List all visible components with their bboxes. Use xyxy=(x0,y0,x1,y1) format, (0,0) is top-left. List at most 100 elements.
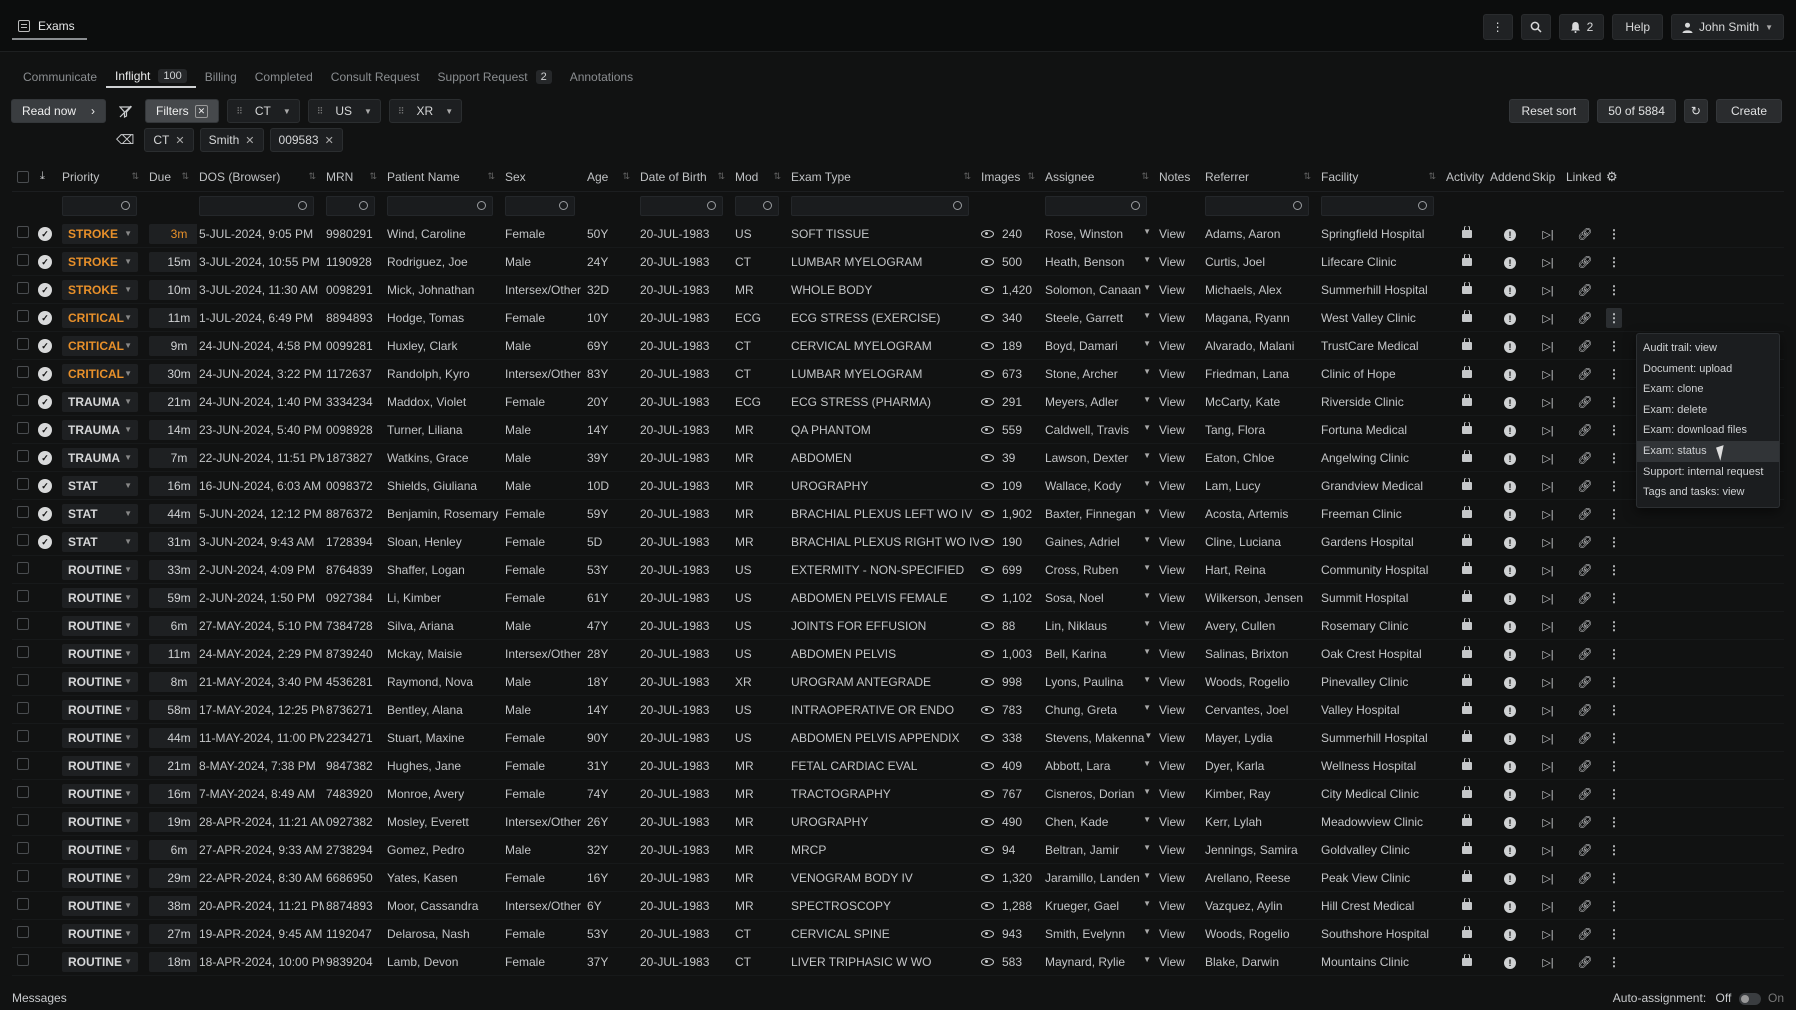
eye-icon[interactable] xyxy=(981,678,994,687)
column-filter-input-assignee[interactable] xyxy=(1045,196,1147,216)
table-row[interactable]: ROUTINE ▼ 38m 20-APR-2024, 11:21 PM 8874893 M… xyxy=(12,892,1784,920)
assignee-value[interactable]: Stevens, Makenna xyxy=(1045,731,1144,745)
table-row[interactable]: ✓ STROKE ▼ 15m 3-JUL-2024, 10:55 PM 1190928 Ro… xyxy=(12,248,1784,276)
skip-icon[interactable]: ▷| xyxy=(1542,257,1553,269)
row-checkbox[interactable] xyxy=(17,646,29,658)
chevron-down-icon[interactable]: ▼ xyxy=(1143,227,1151,241)
tab-inflight[interactable]: Inflight 100 xyxy=(106,66,196,88)
tab-completed[interactable]: Completed xyxy=(246,66,322,88)
info-icon[interactable]: ! xyxy=(1504,508,1516,521)
table-row[interactable]: ROUTINE ▼ 27m 19-APR-2024, 9:45 AM 1192047 De… xyxy=(12,920,1784,948)
info-icon[interactable]: ! xyxy=(1504,956,1516,969)
table-row[interactable]: ✓ TRAUMA ▼ 7m 22-JUN-2024, 11:51 PM 1873827 Wa… xyxy=(12,444,1784,472)
priority-select[interactable]: ROUTINE ▼ xyxy=(62,867,138,888)
link-icon[interactable]: 🔗︎ xyxy=(1577,619,1592,633)
info-icon[interactable]: ! xyxy=(1504,228,1516,241)
active-chip-ct[interactable]: CT ✕ xyxy=(144,128,194,152)
chevron-down-icon[interactable]: ▼ xyxy=(1143,451,1151,465)
skip-icon[interactable]: ▷| xyxy=(1542,397,1553,409)
notes-view-link[interactable]: View xyxy=(1159,367,1185,381)
select-all-checkbox[interactable] xyxy=(17,170,29,183)
eye-icon[interactable] xyxy=(981,622,994,631)
link-icon[interactable]: 🔗︎ xyxy=(1577,507,1592,521)
skip-icon[interactable]: ▷| xyxy=(1542,621,1553,633)
chevron-down-icon[interactable]: ▼ xyxy=(1143,899,1151,913)
info-icon[interactable]: ! xyxy=(1504,536,1516,549)
row-menu-kebab-icon[interactable]: ⋮ xyxy=(1606,336,1622,356)
assignee-value[interactable]: Maynard, Rylie xyxy=(1045,955,1125,969)
chevron-down-icon[interactable]: ▼ xyxy=(1143,871,1151,885)
notes-view-link[interactable]: View xyxy=(1159,759,1185,773)
row-menu-kebab-icon[interactable]: ⋮ xyxy=(1606,420,1622,440)
assignee-value[interactable]: Baxter, Finnegan xyxy=(1045,507,1136,521)
link-icon[interactable]: 🔗︎ xyxy=(1577,311,1592,325)
header-addend[interactable]: Addend xyxy=(1488,170,1530,184)
header-dob[interactable]: Date of Birth ⇅ xyxy=(638,170,733,184)
lock-icon[interactable] xyxy=(1462,338,1472,350)
eye-icon[interactable] xyxy=(981,594,994,603)
lock-icon[interactable] xyxy=(1462,562,1472,574)
link-icon[interactable]: 🔗︎ xyxy=(1577,955,1592,969)
assignee-value[interactable]: Boyd, Damari xyxy=(1045,339,1118,353)
eye-icon[interactable] xyxy=(981,538,994,547)
notes-view-link[interactable]: View xyxy=(1159,339,1185,353)
link-icon[interactable]: 🔗︎ xyxy=(1577,759,1592,773)
eye-icon[interactable] xyxy=(981,734,994,743)
lock-icon[interactable] xyxy=(1462,674,1472,686)
read-now-button[interactable]: Read now › xyxy=(11,99,106,123)
row-menu-kebab-icon[interactable]: ⋮ xyxy=(1606,896,1622,916)
skip-icon[interactable]: ▷| xyxy=(1542,957,1553,969)
info-icon[interactable]: ! xyxy=(1504,592,1516,605)
row-checkbox[interactable] xyxy=(17,394,29,406)
eye-icon[interactable] xyxy=(981,790,994,799)
row-checkbox[interactable] xyxy=(17,534,29,546)
sort-icon[interactable]: ⇅ xyxy=(1027,171,1043,182)
row-menu-kebab-icon[interactable]: ⋮ xyxy=(1606,952,1622,972)
priority-select[interactable]: ROUTINE ▼ xyxy=(62,559,138,580)
lock-icon[interactable] xyxy=(1462,842,1472,854)
link-icon[interactable]: 🔗︎ xyxy=(1577,731,1592,745)
lock-icon[interactable] xyxy=(1462,422,1472,434)
notes-view-link[interactable]: View xyxy=(1159,619,1185,633)
table-row[interactable]: ✓ STAT ▼ 16m 16-JUN-2024, 6:03 AM 0098372 Shie… xyxy=(12,472,1784,500)
info-icon[interactable]: ! xyxy=(1504,816,1516,829)
eye-icon[interactable] xyxy=(981,398,994,407)
link-icon[interactable]: 🔗︎ xyxy=(1577,451,1592,465)
chevron-down-icon[interactable]: ▼ xyxy=(1143,479,1151,493)
row-menu-kebab-icon[interactable]: ⋮ xyxy=(1606,672,1622,692)
link-icon[interactable]: 🔗︎ xyxy=(1577,395,1592,409)
user-menu-button[interactable]: John Smith ▼ xyxy=(1671,14,1784,40)
notes-view-link[interactable]: View xyxy=(1159,675,1185,689)
skip-icon[interactable]: ▷| xyxy=(1542,537,1553,549)
eye-icon[interactable] xyxy=(981,902,994,911)
header-exam_type[interactable]: Exam Type ⇅ xyxy=(789,170,979,184)
notes-view-link[interactable]: View xyxy=(1159,899,1185,913)
info-icon[interactable]: ! xyxy=(1504,312,1516,325)
search-button[interactable] xyxy=(1520,14,1551,40)
lock-icon[interactable] xyxy=(1462,254,1472,266)
link-icon[interactable]: 🔗︎ xyxy=(1577,563,1592,577)
assignee-value[interactable]: Beltran, Jamir xyxy=(1045,843,1119,857)
eye-icon[interactable] xyxy=(981,566,994,575)
link-icon[interactable]: 🔗︎ xyxy=(1577,675,1592,689)
assignee-value[interactable]: Chen, Kade xyxy=(1045,815,1108,829)
active-chip-smith[interactable]: Smith ✕ xyxy=(199,128,264,152)
row-checkbox[interactable] xyxy=(17,730,29,742)
header-skip[interactable]: Skip xyxy=(1530,170,1564,184)
chevron-down-icon[interactable]: ▼ xyxy=(1143,367,1151,381)
row-checkbox[interactable] xyxy=(17,310,29,322)
skip-icon[interactable]: ▷| xyxy=(1542,369,1553,381)
row-checkbox[interactable] xyxy=(17,758,29,770)
table-row[interactable]: ✓ STROKE ▼ 10m 3-JUL-2024, 11:30 AM 0098291 Mi… xyxy=(12,276,1784,304)
eye-icon[interactable] xyxy=(981,286,994,295)
chevron-down-icon[interactable]: ▼ xyxy=(1143,843,1151,857)
row-menu-kebab-icon[interactable]: ⋮ xyxy=(1606,812,1622,832)
auto-assignment-toggle[interactable] xyxy=(1738,992,1761,1005)
notes-view-link[interactable]: View xyxy=(1159,311,1185,325)
row-checkbox[interactable] xyxy=(17,926,29,938)
menu-item-exam-delete[interactable]: Exam: delete xyxy=(1637,400,1779,421)
table-row[interactable]: ROUTINE ▼ 59m 2-JUN-2024, 1:50 PM 0927384 Li,… xyxy=(12,584,1784,612)
eye-icon[interactable] xyxy=(981,426,994,435)
row-checkbox[interactable] xyxy=(17,674,29,686)
eye-icon[interactable] xyxy=(981,818,994,827)
